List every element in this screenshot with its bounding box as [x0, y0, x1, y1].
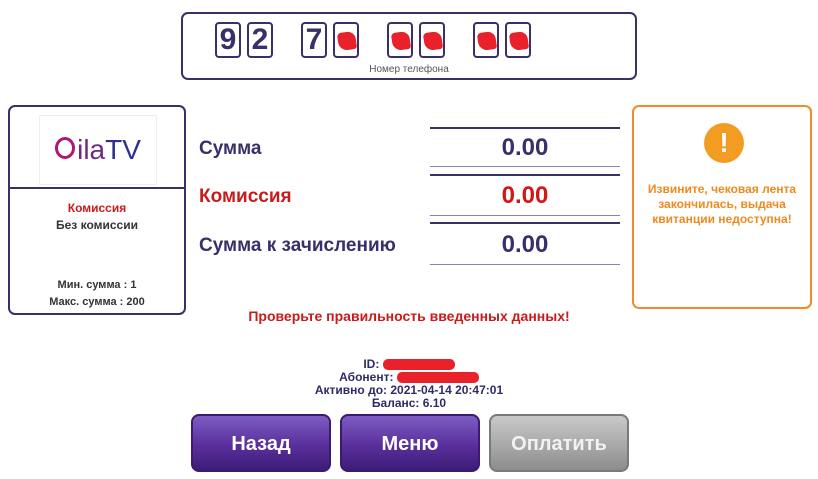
- commission-line-top: [430, 174, 620, 176]
- min-sum: Мин. сумма : 1: [57, 279, 137, 291]
- phone-digit-redacted: [387, 22, 413, 58]
- provider-card: ila TV Комиссия Без комиссии Мин. сумма …: [8, 105, 186, 315]
- id-label: ID:: [363, 357, 380, 371]
- sum-line-bottom: [430, 166, 620, 167]
- provider-logo: ila TV: [39, 115, 157, 185]
- menu-button[interactable]: Меню: [340, 414, 480, 472]
- phone-digit-redacted: [333, 22, 359, 58]
- sum-value: 0.00: [501, 134, 549, 161]
- commission-amount: 0.00: [501, 182, 549, 209]
- credit-line-bottom: [430, 264, 620, 265]
- max-sum: Макс. сумма : 200: [49, 296, 145, 308]
- phone-digit: 7: [301, 22, 327, 58]
- back-button[interactable]: Назад: [191, 414, 331, 472]
- check-data-message: Проверьте правильность введенных данных!: [248, 308, 570, 324]
- sum-label: Сумма: [199, 138, 262, 159]
- phone-digit-redacted: [505, 22, 531, 58]
- active-until: Активно до: 2021-04-14 20:47:01: [314, 383, 504, 397]
- phone-digit-redacted: [419, 22, 445, 58]
- logo-q-icon: [55, 137, 76, 159]
- commission-label: Комиссия: [199, 186, 292, 207]
- credit-value: 0.00: [501, 231, 549, 258]
- commission-value: Без комиссии: [56, 218, 138, 232]
- logo-text-tv: TV: [105, 134, 141, 165]
- receipt-notice: ! Извините, чековая лента закончилась, в…: [632, 105, 812, 309]
- credit-label: Сумма к зачислению: [199, 235, 396, 256]
- subscriber-label: Абонент:: [339, 370, 394, 384]
- redacted-id: [382, 359, 455, 371]
- notice-text: Извините, чековая лента закончилась, выд…: [647, 182, 797, 226]
- logo-text: ila: [77, 134, 106, 165]
- warning-icon: !: [704, 123, 744, 163]
- phone-digit: 9: [215, 22, 241, 58]
- sum-line-top: [430, 127, 620, 129]
- subscriber: Абонент:: [0, 370, 818, 384]
- commission-title: Комиссия: [67, 201, 127, 215]
- pay-button[interactable]: Оплатить: [489, 414, 629, 472]
- phone-digit: 2: [247, 22, 273, 58]
- balance: Баланс: 6.10: [371, 396, 447, 410]
- phone-label: Номер телефона: [369, 64, 449, 75]
- commission-line-bottom: [430, 215, 620, 216]
- phone-digits: 9 2 7: [215, 22, 537, 58]
- provider-divider: [10, 187, 184, 189]
- credit-line-top: [430, 222, 620, 224]
- qilatv-logo: ila TV: [55, 134, 141, 166]
- account-id: ID:: [0, 357, 818, 371]
- phone-number-display: 9 2 7 Номер телефона: [181, 12, 637, 80]
- redacted-subscriber: [396, 372, 479, 384]
- phone-digit-redacted: [473, 22, 499, 58]
